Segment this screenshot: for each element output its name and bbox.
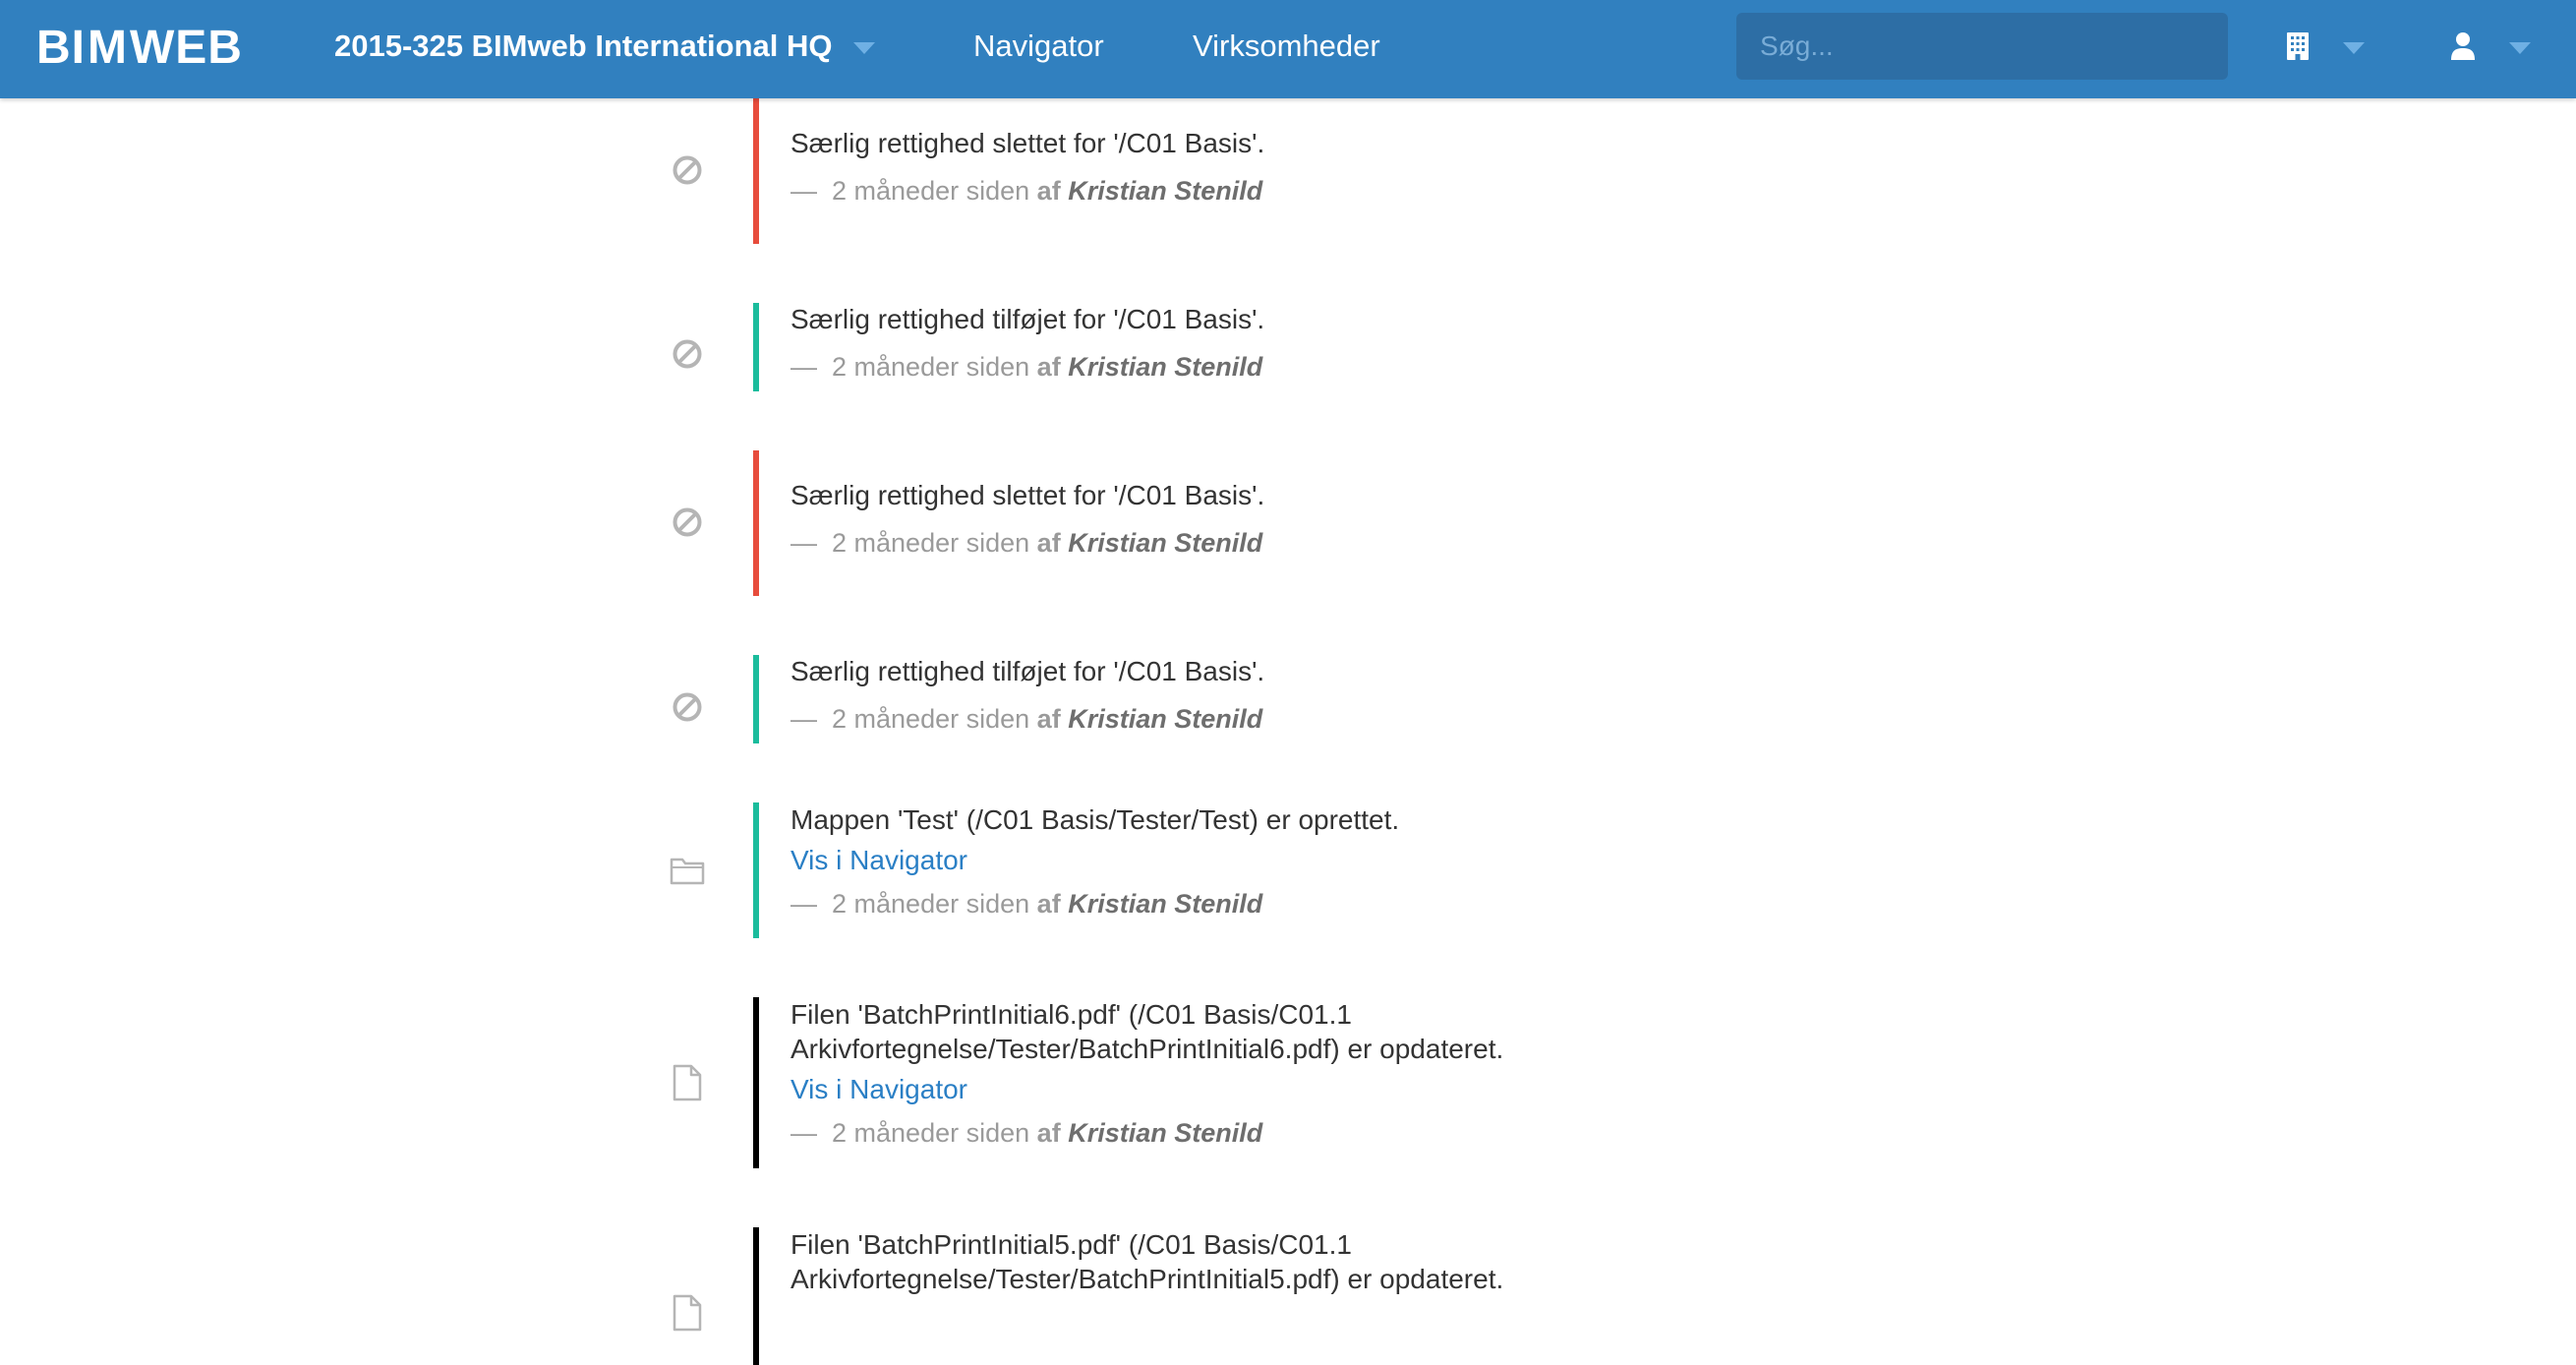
entry-by: af [1036,704,1061,734]
timeline-entry: Særlig rettighed slettet for '/C01 Basis… [0,450,2576,596]
entry-author: Kristian Stenild [1068,704,1263,734]
caret-down-icon [2509,42,2531,54]
entry-body: Særlig rettighed slettet for '/C01 Basis… [790,126,1675,208]
entry-time: 2 måneder siden [832,1118,1030,1148]
entry-meta: — 2 måneder siden af Kristian Stenild [790,704,1263,734]
user-icon [2451,32,2475,60]
timeline-entry: Særlig rettighed slettet for '/C01 Basis… [0,98,2576,244]
top-navbar: BI M WEB 2015-325 BIMweb International HQ … [0,0,2576,98]
entry-time: 2 måneder siden [832,889,1030,919]
bimweb-logo[interactable]: BI M WEB [36,21,243,74]
entry-body: Filen 'BatchPrintInitial5.pdf' (/C01 Bas… [790,1227,1675,1296]
ban-icon [669,504,706,541]
folder-icon [669,852,706,889]
entry-author: Kristian Stenild [1068,889,1263,919]
entry-body: Særlig rettighed slettet for '/C01 Basis… [790,478,1675,561]
company-menu-dropdown[interactable] [2286,0,2365,92]
entry-meta: — 2 måneder siden af Kristian Stenild [790,1118,1263,1148]
entry-meta: — 2 måneder siden af Kristian Stenild [790,352,1263,382]
view-in-navigator-link[interactable]: Vis i Navigator [790,843,1675,877]
entry-body: Filen 'BatchPrintInitial6.pdf' (/C01 Bas… [790,997,1675,1151]
file-icon [669,1064,706,1101]
status-bar-deleted [753,98,759,244]
timeline-entry: Filen 'BatchPrintInitial6.pdf' (/C01 Bas… [0,997,2576,1168]
ban-icon [669,335,706,373]
timeline-entry: Særlig rettighed tilføjet for '/C01 Basi… [0,655,2576,743]
caret-down-icon [2343,42,2365,54]
entry-message: Særlig rettighed tilføjet for '/C01 Basi… [790,304,1265,334]
status-bar-added [753,303,759,391]
entry-body: Særlig rettighed tilføjet for '/C01 Basi… [790,654,1675,737]
project-dropdown[interactable]: 2015-325 BIMweb International HQ [334,0,876,92]
entry-message: Særlig rettighed slettet for '/C01 Basis… [790,480,1265,510]
ban-icon [669,688,706,726]
entry-message: Filen 'BatchPrintInitial5.pdf' (/C01 Bas… [790,1229,1504,1294]
entry-message: Mappen 'Test' (/C01 Basis/Tester/Test) e… [790,804,1400,835]
nav-navigator[interactable]: Navigator [973,0,1104,92]
view-in-navigator-link[interactable]: Vis i Navigator [790,1072,1675,1106]
entry-author: Kristian Stenild [1068,528,1263,558]
entry-author: Kristian Stenild [1068,1118,1263,1148]
entry-by: af [1036,1118,1061,1148]
entry-by: af [1036,528,1061,558]
entry-by: af [1036,352,1061,382]
entry-message: Særlig rettighed slettet for '/C01 Basis… [790,128,1265,158]
status-bar-added [753,655,759,743]
entry-time: 2 måneder siden [832,528,1030,558]
logo-text-left: BI [36,21,86,74]
entry-time: 2 måneder siden [832,704,1030,734]
entry-time: 2 måneder siden [832,352,1030,382]
building-icon [2287,32,2309,60]
entry-meta: — 2 måneder siden af Kristian Stenild [790,889,1263,919]
status-bar-updated [753,997,759,1168]
file-icon [669,1294,706,1332]
user-menu-dropdown[interactable] [2450,0,2531,92]
status-bar-added [753,802,759,938]
nav-virksomheder[interactable]: Virksomheder [1193,0,1380,92]
entry-meta: — 2 måneder siden af Kristian Stenild [790,176,1263,206]
timeline-entry: Mappen 'Test' (/C01 Basis/Tester/Test) e… [0,802,2576,938]
caret-down-icon [853,42,876,54]
ban-icon [669,151,706,189]
entry-body: Særlig rettighed tilføjet for '/C01 Basi… [790,302,1675,385]
entry-author: Kristian Stenild [1068,352,1263,382]
entry-message: Filen 'BatchPrintInitial6.pdf' (/C01 Bas… [790,999,1504,1064]
project-name: 2015-325 BIMweb International HQ [334,29,833,63]
entry-time: 2 måneder siden [832,176,1030,206]
entry-meta: — 2 måneder siden af Kristian Stenild [790,528,1263,558]
search-input[interactable] [1736,13,2228,80]
entry-author: Kristian Stenild [1068,176,1263,206]
logo-text-right: WEB [129,21,243,74]
status-bar-deleted [753,450,759,596]
logo-mark: M [88,21,128,74]
timeline-entry: Særlig rettighed tilføjet for '/C01 Basi… [0,303,2576,391]
entry-by: af [1036,176,1061,206]
entry-body: Mappen 'Test' (/C01 Basis/Tester/Test) e… [790,802,1675,921]
timeline-entry: Filen 'BatchPrintInitial5.pdf' (/C01 Bas… [0,1227,2576,1365]
entry-by: af [1036,889,1061,919]
status-bar-updated [753,1227,759,1365]
entry-message: Særlig rettighed tilføjet for '/C01 Basi… [790,656,1265,686]
